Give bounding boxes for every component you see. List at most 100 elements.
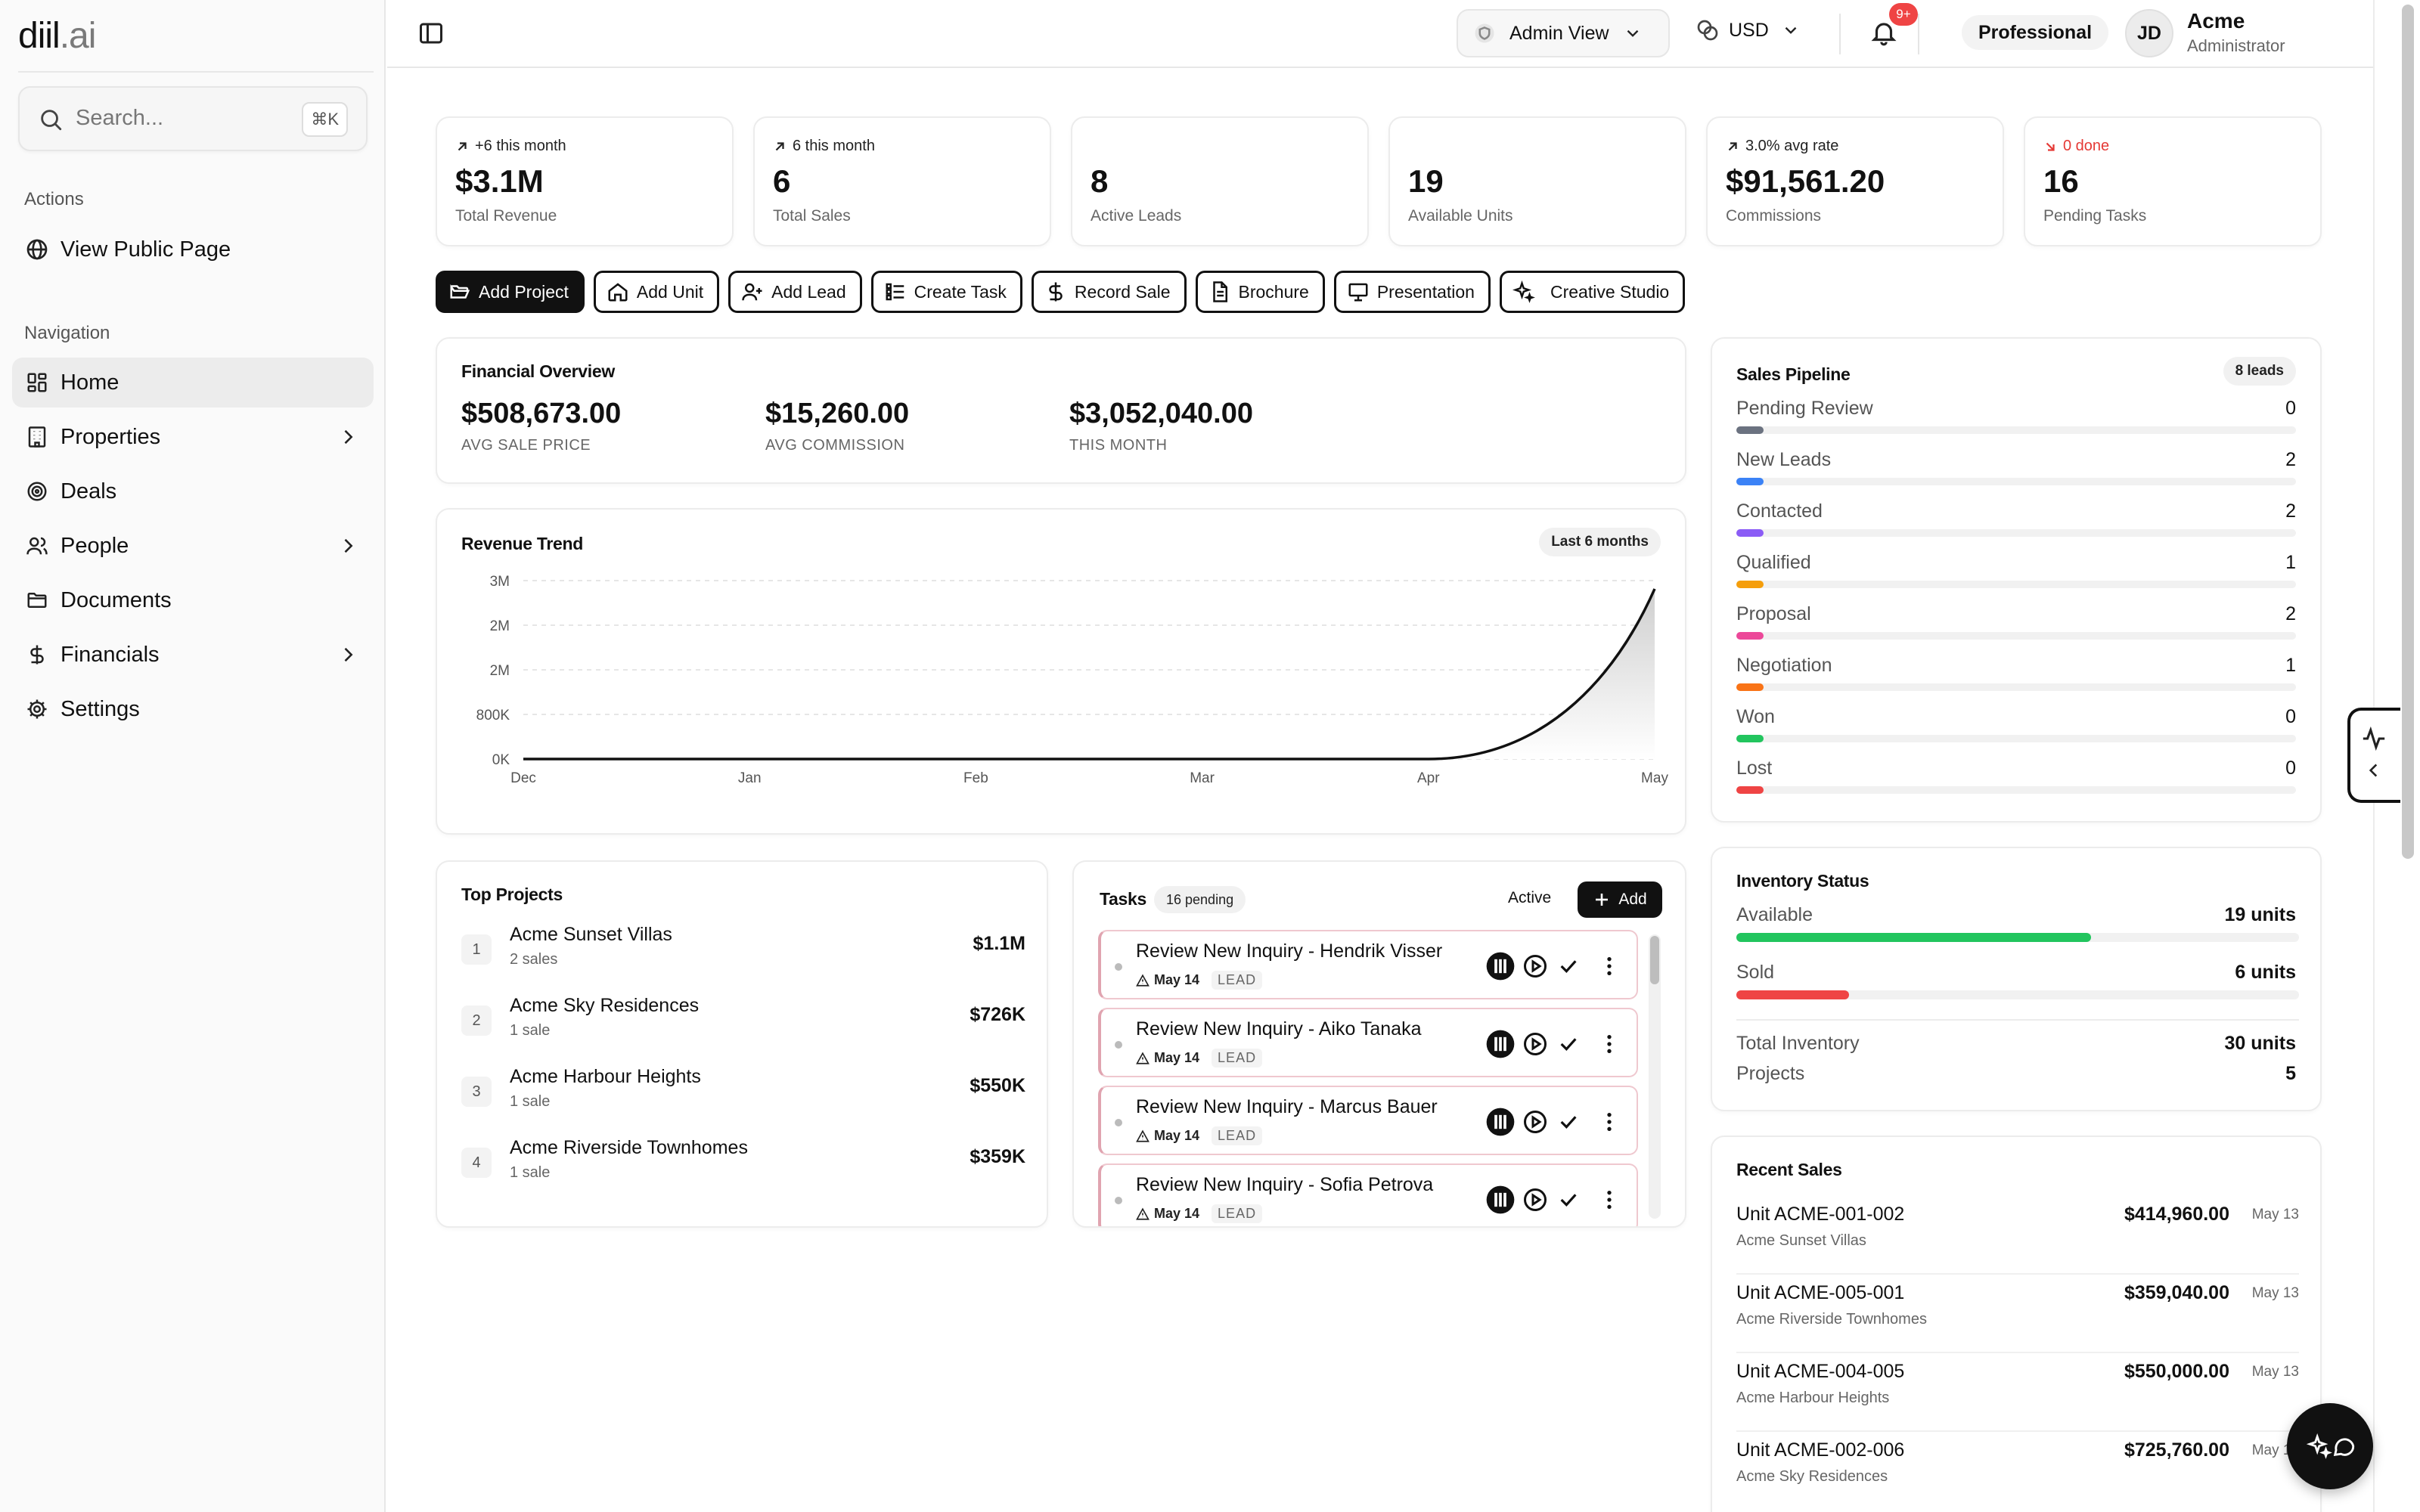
pipeline-stage-indicator bbox=[1736, 632, 1764, 640]
tasks-list[interactable]: Review New Inquiry - Hendrik Visser May … bbox=[1074, 930, 1685, 1226]
sidebar-item-people[interactable]: People bbox=[12, 521, 374, 571]
users-icon bbox=[24, 533, 50, 559]
pause-icon[interactable] bbox=[1485, 951, 1516, 981]
task-item[interactable]: Review New Inquiry - Hendrik Visser May … bbox=[1098, 930, 1638, 999]
task-name: Review New Inquiry - Sofia Petrova bbox=[1136, 1174, 1434, 1195]
financial-overview-title: Financial Overview bbox=[461, 361, 615, 381]
more-vertical-icon[interactable] bbox=[1597, 1188, 1621, 1212]
task-date: May 14 bbox=[1154, 1128, 1200, 1143]
pipeline-stage[interactable]: Won 0 bbox=[1736, 706, 2296, 758]
document-icon bbox=[1208, 280, 1231, 303]
check-icon[interactable] bbox=[1556, 1032, 1581, 1056]
activity-panel-toggle[interactable] bbox=[2347, 708, 2400, 803]
stat-value: 8 bbox=[1091, 163, 1109, 199]
navigation-heading: Navigation bbox=[24, 323, 110, 343]
record-sale-button[interactable]: Record Sale bbox=[1031, 271, 1187, 313]
pipeline-stage[interactable]: Contacted 2 bbox=[1736, 500, 2296, 552]
sidebar-item-home[interactable]: Home bbox=[12, 358, 374, 407]
chevron-down-icon bbox=[1781, 20, 1801, 40]
pause-icon[interactable] bbox=[1485, 1185, 1516, 1215]
currency-dropdown[interactable]: USD bbox=[1696, 18, 1801, 42]
sidebar-item-label: Home bbox=[60, 370, 119, 395]
total-inventory-label: Total Inventory bbox=[1736, 1033, 1860, 1054]
pause-icon[interactable] bbox=[1485, 1029, 1516, 1059]
add-unit-button[interactable]: Add Unit bbox=[593, 271, 720, 313]
tasks-scrollbar-thumb[interactable] bbox=[1650, 936, 1659, 984]
sidebar-item-label: Financials bbox=[60, 642, 160, 667]
view-public-page-link[interactable]: View Public Page bbox=[12, 225, 374, 274]
sidebar-item-settings[interactable]: Settings bbox=[12, 684, 374, 734]
create-task-button[interactable]: Create Task bbox=[870, 271, 1022, 313]
ai-assistant-button[interactable] bbox=[2287, 1403, 2373, 1489]
search-box[interactable]: Search... ⌘K bbox=[18, 86, 368, 151]
admin-view-dropdown[interactable]: Admin View bbox=[1457, 9, 1670, 57]
leads-badge: 8 leads bbox=[2223, 357, 2296, 386]
pipeline-stage[interactable]: Lost 0 bbox=[1736, 758, 2296, 809]
search-shortcut: ⌘K bbox=[302, 102, 348, 137]
check-icon[interactable] bbox=[1556, 1188, 1581, 1212]
task-item[interactable]: Review New Inquiry - Marcus Bauer May 14… bbox=[1098, 1086, 1638, 1155]
user-menu[interactable]: JD Acme Administrator bbox=[2125, 9, 2405, 57]
project-sales: 1 sale bbox=[510, 1093, 551, 1110]
search-icon bbox=[38, 107, 64, 132]
brochure-button[interactable]: Brochure bbox=[1195, 271, 1325, 313]
sidebar-item-properties[interactable]: Properties bbox=[12, 412, 374, 462]
more-vertical-icon[interactable] bbox=[1597, 954, 1621, 978]
tasks-pending-badge: 16 pending bbox=[1154, 886, 1246, 913]
pause-icon[interactable] bbox=[1485, 1107, 1516, 1137]
sidebar-item-deals[interactable]: Deals bbox=[12, 466, 374, 516]
more-vertical-icon[interactable] bbox=[1597, 1032, 1621, 1056]
sale-row[interactable]: Unit ACME-004-005 Acme Harbour Heights $… bbox=[1736, 1353, 2299, 1432]
pipeline-stage[interactable]: Proposal 2 bbox=[1736, 603, 2296, 655]
notifications-button[interactable]: 9+ bbox=[1869, 3, 1918, 47]
sidebar-item-financials[interactable]: Financials bbox=[12, 630, 374, 680]
tasks-scrollbar[interactable] bbox=[1649, 934, 1661, 1219]
task-item[interactable]: Review New Inquiry - Aiko Tanaka May 14 L… bbox=[1098, 1008, 1638, 1077]
play-icon[interactable] bbox=[1522, 1108, 1549, 1136]
project-row[interactable]: 4 Acme Riverside Townhomes 1 sale $359K bbox=[461, 1137, 1025, 1205]
pipeline-stage[interactable]: Qualified 1 bbox=[1736, 552, 2296, 603]
admin-view-label: Admin View bbox=[1509, 22, 1609, 44]
play-icon[interactable] bbox=[1522, 1186, 1549, 1213]
task-name: Review New Inquiry - Aiko Tanaka bbox=[1136, 1018, 1422, 1040]
sidebar-toggle-icon[interactable] bbox=[417, 20, 445, 47]
plan-badge: Professional bbox=[1962, 15, 2109, 50]
project-row[interactable]: 2 Acme Sky Residences 1 sale $726K bbox=[461, 995, 1025, 1063]
add-task-button[interactable]: Add bbox=[1578, 881, 1662, 918]
pipeline-stage[interactable]: New Leads 2 bbox=[1736, 449, 2296, 500]
pipeline-stage-label: Negotiation bbox=[1736, 655, 1832, 676]
more-vertical-icon[interactable] bbox=[1597, 1110, 1621, 1134]
project-row[interactable]: 1 Acme Sunset Villas 2 sales $1.1M bbox=[461, 924, 1025, 992]
add-lead-button[interactable]: Add Lead bbox=[728, 271, 862, 313]
brand-logo[interactable]: diil.ai bbox=[18, 15, 96, 57]
project-rank: 1 bbox=[461, 934, 492, 965]
sidebar-item-documents[interactable]: Documents bbox=[12, 575, 374, 625]
pipeline-stage[interactable]: Negotiation 1 bbox=[1736, 655, 2296, 706]
tasks-filter-active[interactable]: Active bbox=[1508, 889, 1551, 907]
sale-row[interactable]: Unit ACME-002-006 Acme Sky Residences $7… bbox=[1736, 1432, 2299, 1510]
project-row[interactable]: 3 Acme Harbour Heights 1 sale $550K bbox=[461, 1066, 1025, 1134]
task-item[interactable]: Review New Inquiry - Sofia Petrova May 1… bbox=[1098, 1163, 1638, 1226]
check-icon[interactable] bbox=[1556, 1110, 1581, 1134]
pipeline-stage-count: 2 bbox=[2285, 603, 2296, 624]
this-month-value: $3,052,040.00 bbox=[1069, 398, 1254, 429]
add-project-button[interactable]: Add Project bbox=[436, 271, 585, 313]
pipeline-stage-indicator bbox=[1736, 426, 1764, 434]
sale-row[interactable]: Unit ACME-005-001 Acme Riverside Townhom… bbox=[1736, 1275, 2299, 1353]
scrollbar-thumb[interactable] bbox=[2402, 5, 2414, 859]
pipeline-stage[interactable]: Pending Review 0 bbox=[1736, 398, 2296, 449]
financial-overview-card: Financial Overview $508,673.00 AVG SALE … bbox=[436, 337, 1686, 484]
project-rank: 3 bbox=[461, 1077, 492, 1107]
inventory-status-card: Inventory Status Available 19 units Sold… bbox=[1711, 847, 2322, 1111]
check-icon[interactable] bbox=[1556, 954, 1581, 978]
pipeline-stage-indicator bbox=[1736, 786, 1764, 794]
sale-project: Acme Harbour Heights bbox=[1736, 1390, 1890, 1406]
pipeline-stage-track bbox=[1736, 529, 2296, 537]
play-icon[interactable] bbox=[1522, 953, 1549, 980]
play-icon[interactable] bbox=[1522, 1030, 1549, 1058]
y-tick-label: 2M bbox=[490, 663, 510, 679]
creative-studio-button[interactable]: Creative Studio bbox=[1499, 271, 1686, 313]
presentation-button[interactable]: Presentation bbox=[1333, 271, 1491, 313]
revenue-area bbox=[523, 588, 1655, 759]
sale-row[interactable]: Unit ACME-001-002 Acme Sunset Villas $41… bbox=[1736, 1196, 2299, 1275]
